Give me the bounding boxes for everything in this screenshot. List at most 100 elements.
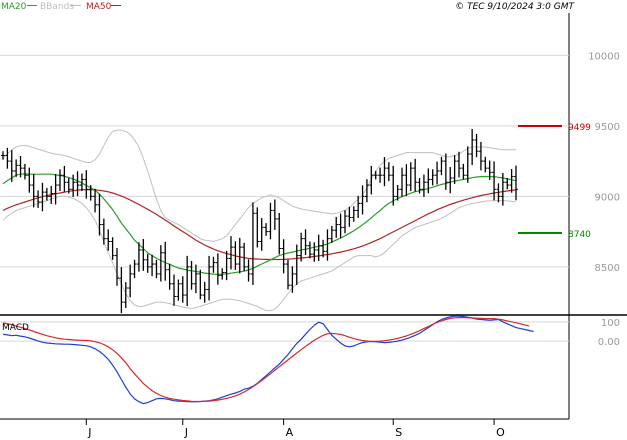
price-bar [307,241,312,259]
price-bar [141,238,146,271]
x-axis-tick-label: J [184,426,188,439]
legend: MA20 BBands MA50 [1,2,121,12]
price-bar [439,156,444,176]
price-bar [281,239,286,274]
price-bar [378,167,383,183]
macd-series [2,315,534,405]
price-bar [303,229,308,256]
price-bar [369,165,374,195]
price-bar [259,218,264,251]
price-bar [237,237,242,274]
price-bar [1,151,5,160]
price-y-tick-label: 9500 [595,122,620,133]
chart-canvas: MA20 BBands MA50 © TEC 9/10/2024 3:0 GMT… [0,2,627,439]
price-bars [1,128,518,314]
macd-y-tick-label: 100 [601,318,620,329]
price-bar [27,167,32,193]
price-bar [264,223,269,236]
price-levels: 9499 8740 [518,123,591,240]
bbands-lower-line [2,195,517,312]
price-bar [106,229,111,251]
price-bar [386,162,391,182]
price-bar [224,250,229,281]
price-bar [435,161,440,185]
macd-line [2,315,534,405]
legend-ma50-label: MA50 [86,2,112,12]
price-bar [154,259,159,279]
price-bar [53,174,58,205]
price-y-tick-labels: 10000 9500 9000 8500 [588,51,620,274]
price-bar [215,253,220,285]
price-bar [514,165,518,201]
price-y-tick-label: 8500 [595,263,620,274]
price-bar [483,156,488,173]
ma50-line [2,189,517,261]
price-bar [58,169,62,191]
price-bar [176,279,181,301]
price-bar [351,206,356,222]
price-bar [312,242,317,262]
price-bar [101,218,106,245]
price-level-label: 9499 [568,123,591,133]
price-bar [211,256,216,273]
x-axis-tick-label: J [87,426,91,439]
price-bar [408,162,413,191]
price-bar [492,161,497,201]
price-y-tick-label: 10000 [588,51,620,62]
price-bar [255,207,260,248]
price-bar [158,245,163,282]
price-bar [44,187,49,201]
price-bar [22,163,27,180]
price-bar [207,255,212,301]
price-bar [356,195,361,219]
price-bar [360,185,365,215]
price-bar [452,155,457,184]
price-bar [180,276,185,303]
price-bar [145,253,150,273]
bbands-series [2,129,517,312]
price-bar [465,146,470,183]
x-axis-tick-label: S [395,426,402,439]
x-axis-tick-label: A [286,426,294,439]
price-bar [400,167,404,197]
price-bar [185,255,190,307]
price-bar [347,206,352,227]
price-bar [193,264,198,294]
price-bar [229,236,233,270]
price-bar [75,171,80,197]
price-bar [443,153,448,190]
price-bar [286,259,290,290]
price-bar [509,168,514,193]
price-bar [338,213,343,239]
price-bar [272,199,277,230]
price-bar [128,264,133,298]
price-bar [172,274,176,306]
price-bar [198,269,203,300]
price-bar [329,225,334,243]
price-bar [343,210,347,234]
price-level-label: 8740 [568,230,591,240]
price-bar [373,170,378,180]
legend-bbands-label: BBands [40,2,74,12]
price-bar [316,234,321,261]
price-bar [448,167,453,194]
price-bar [430,169,435,186]
price-y-tick-label: 9000 [595,192,620,203]
legend-ma20-label: MA20 [1,2,27,12]
price-bar [97,193,102,236]
price-bar [167,263,172,290]
price-bar [110,237,115,260]
price-bar [250,202,255,285]
price-bar [119,267,124,314]
price-bar [299,232,304,262]
macd-y-tick-label: 0.00 [598,337,620,348]
price-bar [31,174,36,208]
price-bar [62,165,67,192]
price-bar [334,216,339,238]
price-bar [461,163,466,180]
price-bar [478,141,483,171]
price-bar [290,266,295,293]
price-bar [202,281,207,303]
price-bar [382,157,387,187]
signal-line [2,317,530,403]
